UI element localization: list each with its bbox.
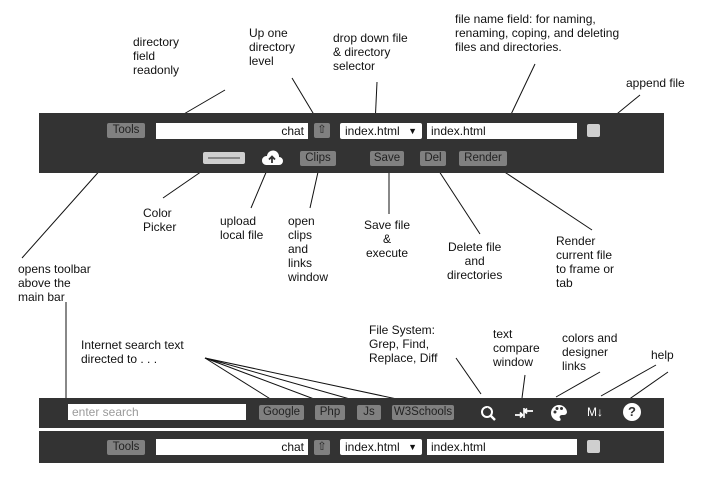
upload-cloud-icon <box>261 150 283 165</box>
palette-icon <box>551 404 567 421</box>
save-button[interactable]: Save <box>370 151 404 166</box>
chevron-down-icon: ▼ <box>408 442 417 452</box>
chevron-down-icon: ▼ <box>408 126 417 136</box>
file-dropdown[interactable]: index.html ▼ <box>340 123 422 139</box>
tools-button[interactable]: Tools <box>107 123 145 138</box>
upload-local-file-button[interactable] <box>259 149 285 167</box>
search-input[interactable]: enter search <box>68 404 246 420</box>
directory-field[interactable]: chat <box>156 123 308 139</box>
annotation-opens-toolbar: opens toolbar above the main bar <box>18 262 91 304</box>
tools-button-bottom[interactable]: Tools <box>107 440 145 455</box>
annotation-up-one: Up one directory level <box>249 26 296 68</box>
file-name-field[interactable]: index.html <box>427 123 577 139</box>
php-search-button[interactable]: Php <box>315 405 345 420</box>
annotation-help: help <box>651 348 674 362</box>
leader-help <box>627 371 669 401</box>
markdown-icon: M↓ <box>587 405 603 419</box>
annotation-delete: Delete file and directories <box>447 240 503 282</box>
color-picker[interactable] <box>203 152 245 164</box>
annotation-internet-search: Internet search text directed to . . . <box>81 338 184 366</box>
leader-render <box>493 164 593 231</box>
search-toolbar: enter search Google Php Js W3Schools M↓ … <box>39 398 664 428</box>
compare-arrows-icon <box>515 407 533 419</box>
annotation-open-clips: open clips and links window <box>288 214 329 284</box>
annotation-append: append file <box>626 76 685 90</box>
leader-up-one <box>291 77 317 119</box>
annotation-file-system: File System: Grep, Find, Replace, Diff <box>369 323 438 365</box>
search-placeholder: enter search <box>72 405 139 419</box>
js-search-button[interactable]: Js <box>357 405 381 420</box>
colors-designer-button[interactable] <box>549 403 569 423</box>
append-file-checkbox[interactable] <box>587 124 600 137</box>
up-arrow-icon: ⇧ <box>317 124 327 136</box>
file-dropdown-bottom[interactable]: index.html ▼ <box>340 439 422 455</box>
render-button[interactable]: Render <box>459 151 507 166</box>
color-picker-swatch <box>208 157 240 159</box>
dropdown-value: index.html <box>345 124 400 138</box>
google-search-button[interactable]: Google <box>259 405 304 420</box>
clips-button[interactable]: Clips <box>300 151 336 166</box>
annotation-render: Render current file to frame or tab <box>556 234 615 290</box>
append-file-checkbox-bottom[interactable] <box>587 440 600 453</box>
help-button[interactable]: ? <box>623 403 641 421</box>
annotation-text-compare: text compare window <box>493 327 540 369</box>
w3schools-search-button[interactable]: W3Schools <box>392 405 454 420</box>
leader-text-compare <box>521 374 526 399</box>
up-arrow-icon: ⇧ <box>317 441 327 453</box>
annotation-upload: upload local file <box>220 214 264 242</box>
dropdown-value: index.html <box>345 440 400 454</box>
text-compare-button[interactable] <box>513 404 535 422</box>
up-directory-button-bottom[interactable]: ⇧ <box>314 440 330 455</box>
directory-field-bottom[interactable]: chat <box>156 439 308 455</box>
search-refresh-icon <box>481 406 496 421</box>
up-directory-button[interactable]: ⇧ <box>314 123 330 138</box>
annotation-save: Save file & execute <box>364 218 411 260</box>
leader-file-system <box>455 357 482 395</box>
main-toolbar: Tools chat ⇧ index.html ▼ index.html Cli… <box>39 113 664 173</box>
leader-delete <box>434 164 481 235</box>
file-system-button[interactable] <box>479 404 497 422</box>
annotation-directory-field: directory field readonly <box>133 35 180 77</box>
annotation-colors-designer: colors and designer links <box>562 331 618 373</box>
annotation-file-name: file name field: for naming, renaming, co… <box>455 12 620 54</box>
delete-button[interactable]: Del <box>420 151 446 166</box>
markdown-button[interactable]: M↓ <box>583 404 607 422</box>
annotation-dropdown: drop down file & directory selector <box>333 31 408 73</box>
annotation-color-picker: Color Picker <box>143 206 177 234</box>
help-icon: ? <box>628 404 636 419</box>
bottom-main-bar: Tools chat ⇧ index.html ▼ index.html <box>39 431 664 463</box>
leader-colors <box>555 371 601 398</box>
file-name-field-bottom[interactable]: index.html <box>427 439 577 455</box>
